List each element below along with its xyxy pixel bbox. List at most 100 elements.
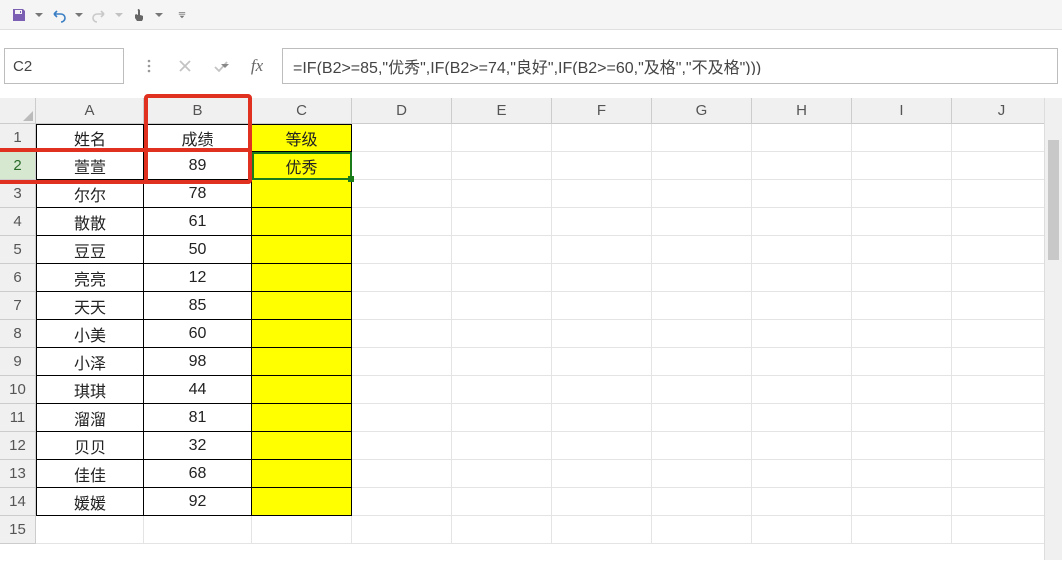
cell[interactable] <box>852 236 952 264</box>
cell[interactable]: 媛媛 <box>36 488 144 516</box>
cell[interactable]: 50 <box>144 236 252 264</box>
cell[interactable] <box>852 516 952 544</box>
cell[interactable] <box>652 292 752 320</box>
cell[interactable] <box>952 432 1052 460</box>
cell[interactable] <box>452 516 552 544</box>
name-box[interactable] <box>4 48 124 84</box>
cell[interactable] <box>452 488 552 516</box>
cell[interactable] <box>952 264 1052 292</box>
cell[interactable] <box>352 488 452 516</box>
cell[interactable] <box>552 124 652 152</box>
cell[interactable] <box>452 348 552 376</box>
cell[interactable] <box>852 460 952 488</box>
column-header[interactable]: D <box>352 98 452 124</box>
cell[interactable]: 尔尔 <box>36 180 144 208</box>
cell[interactable] <box>752 432 852 460</box>
row-header[interactable]: 10 <box>0 376 36 404</box>
cell[interactable] <box>752 404 852 432</box>
formula-input[interactable] <box>282 48 1058 84</box>
column-header[interactable]: E <box>452 98 552 124</box>
cell[interactable] <box>552 460 652 488</box>
column-header[interactable]: C <box>252 98 352 124</box>
cell[interactable]: 天天 <box>36 292 144 320</box>
cell[interactable] <box>952 460 1052 488</box>
cell[interactable] <box>452 180 552 208</box>
enter-icon[interactable] <box>210 55 232 77</box>
cell[interactable] <box>752 152 852 180</box>
cell[interactable] <box>852 320 952 348</box>
cell[interactable]: 优秀 <box>252 152 352 180</box>
cell[interactable] <box>852 432 952 460</box>
cell[interactable] <box>852 124 952 152</box>
column-header[interactable]: I <box>852 98 952 124</box>
cell[interactable] <box>352 320 452 348</box>
undo-icon[interactable] <box>46 3 72 27</box>
cell[interactable] <box>852 348 952 376</box>
cell[interactable]: 散散 <box>36 208 144 236</box>
cell[interactable] <box>452 320 552 348</box>
row-header[interactable]: 7 <box>0 292 36 320</box>
cell[interactable] <box>452 376 552 404</box>
cell[interactable] <box>144 516 252 544</box>
cell[interactable] <box>952 292 1052 320</box>
row-header[interactable]: 11 <box>0 404 36 432</box>
cell[interactable] <box>252 320 352 348</box>
cell[interactable]: 姓名 <box>36 124 144 152</box>
cell[interactable] <box>352 124 452 152</box>
cell[interactable]: 44 <box>144 376 252 404</box>
cell[interactable] <box>952 152 1052 180</box>
cell[interactable] <box>752 376 852 404</box>
cell[interactable] <box>552 516 652 544</box>
cell[interactable]: 小泽 <box>36 348 144 376</box>
cell[interactable] <box>652 208 752 236</box>
cell[interactable] <box>552 320 652 348</box>
cell[interactable] <box>552 180 652 208</box>
cell[interactable] <box>452 404 552 432</box>
column-header[interactable]: B <box>144 98 252 124</box>
cell[interactable] <box>952 488 1052 516</box>
row-header[interactable]: 13 <box>0 460 36 488</box>
cell[interactable] <box>352 460 452 488</box>
cell[interactable] <box>252 236 352 264</box>
cell[interactable]: 小美 <box>36 320 144 348</box>
cell[interactable]: 68 <box>144 460 252 488</box>
cell[interactable] <box>452 236 552 264</box>
cell[interactable] <box>952 376 1052 404</box>
cell[interactable] <box>252 180 352 208</box>
chevron-down-icon[interactable] <box>114 3 124 27</box>
cells-area[interactable]: 姓名成绩等级萱萱89优秀尔尔78散散61豆豆50亮亮12天天85小美60小泽98… <box>36 124 1052 544</box>
cell[interactable] <box>252 516 352 544</box>
cell[interactable] <box>652 376 752 404</box>
customize-qat-icon[interactable] <box>174 3 190 27</box>
vertical-scrollbar[interactable] <box>1044 98 1062 560</box>
cell[interactable] <box>752 124 852 152</box>
cell[interactable]: 85 <box>144 292 252 320</box>
cell[interactable] <box>36 516 144 544</box>
cell[interactable] <box>952 348 1052 376</box>
cell[interactable] <box>352 180 452 208</box>
cell[interactable] <box>952 236 1052 264</box>
cell[interactable]: 贝贝 <box>36 432 144 460</box>
cell[interactable]: 32 <box>144 432 252 460</box>
cell[interactable] <box>852 152 952 180</box>
cell[interactable] <box>252 292 352 320</box>
cell[interactable] <box>352 152 452 180</box>
cell[interactable]: 琪琪 <box>36 376 144 404</box>
cell[interactable]: 92 <box>144 488 252 516</box>
cell[interactable] <box>552 488 652 516</box>
cell[interactable] <box>352 348 452 376</box>
column-header[interactable]: J <box>952 98 1052 124</box>
chevron-down-icon[interactable] <box>154 3 164 27</box>
cell[interactable] <box>552 208 652 236</box>
cell[interactable] <box>652 152 752 180</box>
cell[interactable] <box>252 376 352 404</box>
cell[interactable] <box>352 236 452 264</box>
cell[interactable] <box>952 320 1052 348</box>
cell[interactable] <box>652 460 752 488</box>
cell[interactable] <box>552 376 652 404</box>
chevron-down-icon[interactable] <box>74 3 84 27</box>
cell[interactable] <box>952 516 1052 544</box>
cell[interactable]: 78 <box>144 180 252 208</box>
row-header[interactable]: 12 <box>0 432 36 460</box>
cell[interactable] <box>452 292 552 320</box>
